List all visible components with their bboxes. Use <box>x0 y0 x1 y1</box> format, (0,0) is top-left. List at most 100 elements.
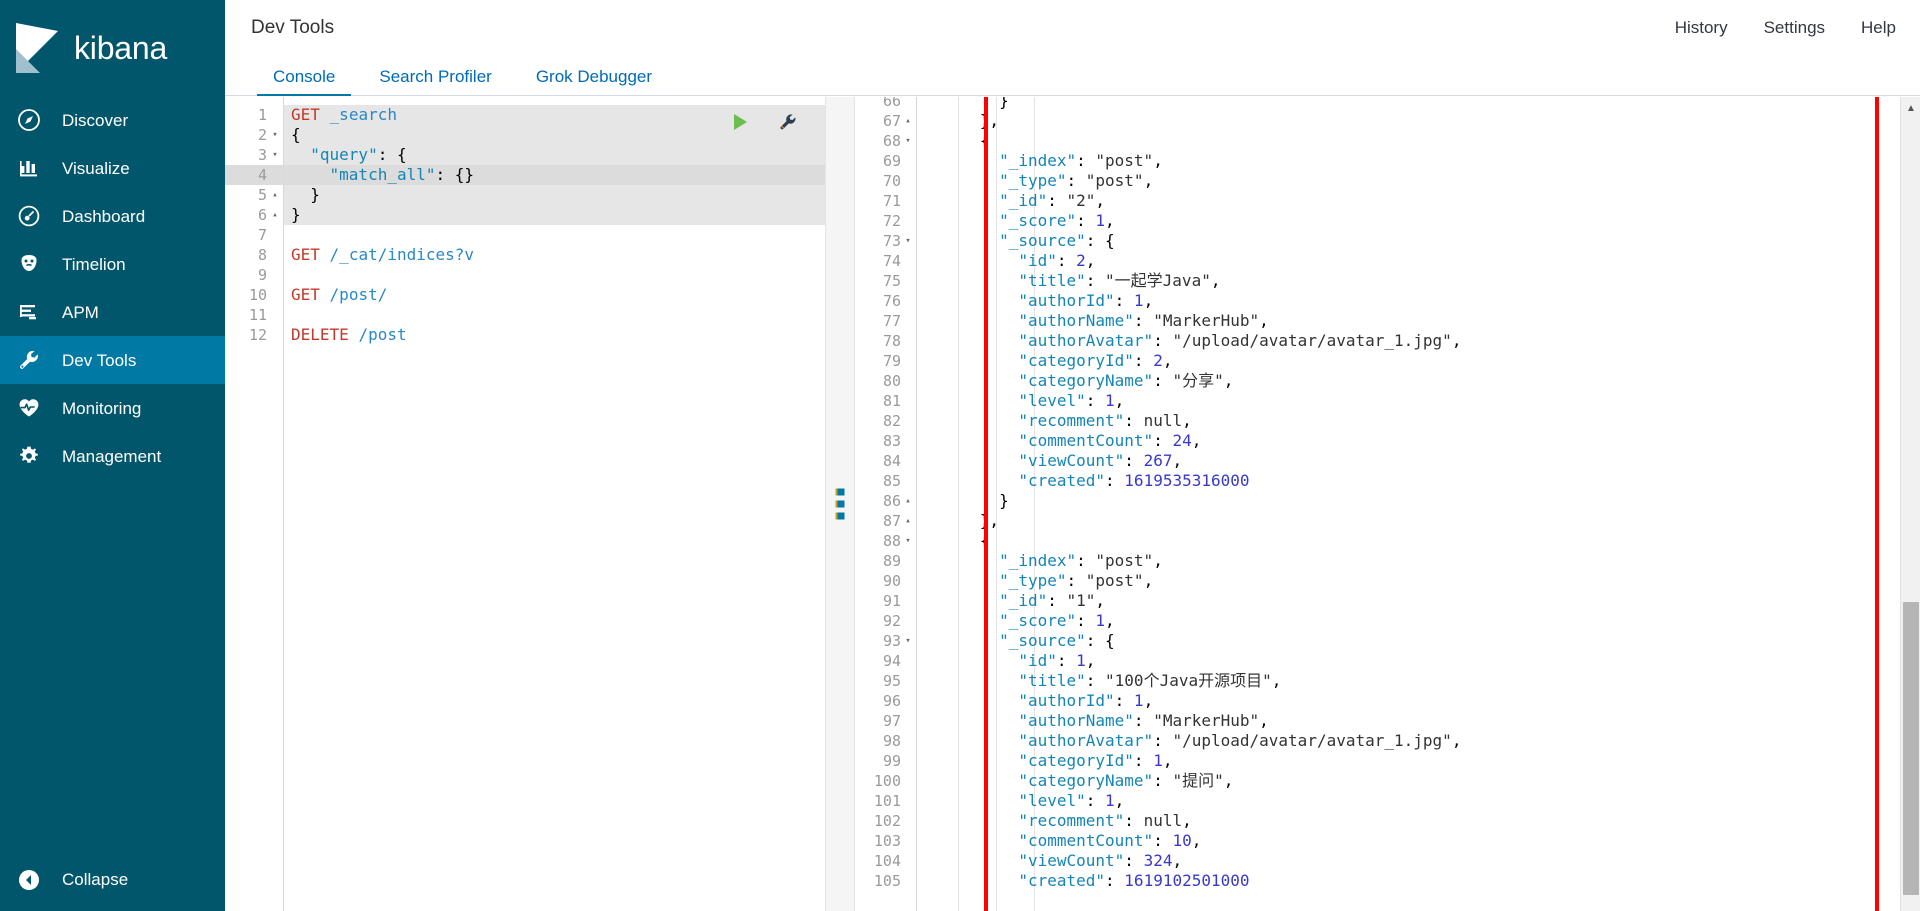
tab-console[interactable]: Console <box>251 68 357 96</box>
response-code-line[interactable]: "categoryId": 1, <box>918 751 1172 771</box>
response-code-line[interactable]: "_score": 1, <box>918 211 1115 231</box>
scroll-up-arrow-icon[interactable]: ▲ <box>1901 97 1920 119</box>
response-code-line[interactable]: "authorAvatar": "/upload/avatar/avatar_1… <box>918 731 1461 751</box>
response-line-number: 67 ▴ <box>855 111 917 131</box>
response-code-line[interactable]: }, <box>918 511 999 531</box>
scrollbar-thumb[interactable] <box>1903 601 1919 895</box>
response-code-line[interactable]: "authorId": 1, <box>918 691 1153 711</box>
sidebar-item-dashboard[interactable]: Dashboard <box>0 192 225 240</box>
fold-toggle-icon[interactable]: ▾ <box>903 531 913 551</box>
editor-code-area[interactable]: GET _search{ "query": { "match_all": {} … <box>285 97 825 911</box>
sidebar-item-apm[interactable]: APM <box>0 288 225 336</box>
editor-code-line[interactable] <box>285 305 291 325</box>
response-code-line[interactable]: "recomment": null, <box>918 411 1191 431</box>
sidebar-item-visualize[interactable]: Visualize <box>0 144 225 192</box>
sidebar-item-timelion[interactable]: Timelion <box>0 240 225 288</box>
response-code-line[interactable]: "categoryName": "分享", <box>918 371 1233 391</box>
response-code-line[interactable]: }, <box>918 111 999 131</box>
response-code-line[interactable]: "_source": { <box>918 231 1115 251</box>
editor-code-line[interactable]: GET _search <box>285 105 397 125</box>
fold-toggle-icon[interactable]: ▴ <box>903 511 913 531</box>
editor-line-number: 10 <box>248 286 267 304</box>
response-code-line[interactable]: "_type": "post", <box>918 171 1153 191</box>
response-scrollbar[interactable]: ▲ <box>1900 97 1920 911</box>
response-pane[interactable]: 66 67 ▴ 68 ▾ 69 70 71 72 73 ▾ 74 75 76 77 78 79 80 81 82 83 8… <box>855 97 1920 911</box>
editor-code-line[interactable]: { <box>285 125 301 145</box>
response-code-line[interactable]: "created": 1619535316000 <box>918 471 1249 491</box>
tab-search-profiler[interactable]: Search Profiler <box>357 68 513 95</box>
response-code-line[interactable]: { <box>918 131 990 151</box>
response-code-line[interactable]: "title": "100个Java开源项目", <box>918 671 1281 691</box>
discover-icon <box>14 105 44 135</box>
editor-code-line[interactable]: } <box>285 185 320 205</box>
sidebar-item-discover[interactable]: Discover <box>0 96 225 144</box>
sidebar-item-monitoring[interactable]: Monitoring <box>0 384 225 432</box>
response-code-line[interactable]: "level": 1, <box>918 791 1124 811</box>
response-code-line[interactable]: "created": 1619102501000 <box>918 871 1249 891</box>
response-line-number: 89 <box>882 552 901 570</box>
visualize-icon <box>14 153 44 183</box>
fold-toggle-icon[interactable]: ▾ <box>903 631 913 651</box>
settings-link[interactable]: Settings <box>1764 18 1825 38</box>
response-code-line[interactable]: "commentCount": 10, <box>918 831 1201 851</box>
fold-toggle-icon[interactable]: ▴ <box>903 111 913 131</box>
response-line-number: 93 ▾ <box>855 631 917 651</box>
response-code-line[interactable]: "viewCount": 324, <box>918 851 1182 871</box>
help-link[interactable]: Help <box>1861 18 1896 38</box>
fold-toggle-icon[interactable]: ▾ <box>903 231 913 251</box>
collapse-nav-button[interactable]: Collapse <box>0 849 225 911</box>
response-code-line[interactable]: "_id": "2", <box>918 191 1105 211</box>
response-code-line[interactable]: "_index": "post", <box>918 551 1163 571</box>
panel-resize-handle[interactable] <box>825 97 855 911</box>
response-code-line[interactable]: "authorAvatar": "/upload/avatar/avatar_1… <box>918 331 1461 351</box>
response-code-line[interactable]: "recomment": null, <box>918 811 1191 831</box>
response-code-line[interactable]: "viewCount": 267, <box>918 451 1182 471</box>
fold-toggle-icon[interactable]: ▾ <box>270 145 280 165</box>
response-code-line[interactable]: } <box>918 97 1009 111</box>
response-code-line[interactable]: "authorName": "MarkerHub", <box>918 311 1268 331</box>
sidebar-item-dev-tools[interactable]: Dev Tools <box>0 336 225 384</box>
wrench-icon[interactable] <box>777 111 799 133</box>
response-code-line[interactable]: "categoryName": "提问", <box>918 771 1233 791</box>
response-code-line[interactable]: "title": "一起学Java", <box>918 271 1220 291</box>
kibana-logo-icon <box>14 23 60 73</box>
response-code-line[interactable]: "level": 1, <box>918 391 1124 411</box>
response-code-line[interactable]: "commentCount": 24, <box>918 431 1201 451</box>
editor-code-line[interactable]: "query": { <box>285 145 406 165</box>
brand-header[interactable]: kibana <box>0 0 225 96</box>
editor-line-number: 11 <box>248 306 267 324</box>
sidebar-item-management[interactable]: Management <box>0 432 225 480</box>
response-code-line[interactable]: "_type": "post", <box>918 571 1153 591</box>
response-code-line[interactable]: "categoryId": 2, <box>918 351 1172 371</box>
response-code-line[interactable]: "id": 2, <box>918 251 1095 271</box>
editor-code-line[interactable]: DELETE /post <box>285 325 407 345</box>
fold-toggle-icon[interactable]: ▴ <box>270 185 280 205</box>
editor-code-line[interactable] <box>285 225 291 245</box>
fold-toggle-icon[interactable]: ▾ <box>270 125 280 145</box>
request-editor-pane[interactable]: 1 2 ▾ 3 ▾ 4 5 ▴ 6 ▴ 7 8 9 10 11 12 GET _search{ "query"… <box>225 97 825 911</box>
response-code-line[interactable]: "_index": "post", <box>918 151 1163 171</box>
drag-grip-icon <box>835 488 845 520</box>
editor-code-line[interactable]: } <box>285 205 301 225</box>
response-code-line[interactable]: } <box>918 491 1009 511</box>
history-link[interactable]: History <box>1675 18 1728 38</box>
play-icon[interactable] <box>729 111 751 133</box>
response-code-line[interactable]: "authorName": "MarkerHub", <box>918 711 1268 731</box>
response-code-line[interactable]: "_score": 1, <box>918 611 1115 631</box>
editor-code-line[interactable] <box>285 265 291 285</box>
editor-code-line[interactable]: GET /post/ <box>285 285 387 305</box>
editor-code-line[interactable]: "match_all": {} <box>285 165 475 185</box>
editor-code-line[interactable]: GET /_cat/indices?v <box>285 245 474 265</box>
response-line-number: 97 <box>882 712 901 730</box>
response-code-line[interactable]: "_source": { <box>918 631 1115 651</box>
fold-toggle-icon[interactable]: ▴ <box>903 491 913 511</box>
fold-toggle-icon[interactable]: ▴ <box>270 205 280 225</box>
response-code-line[interactable]: { <box>918 531 990 551</box>
response-code-line[interactable]: "_id": "1", <box>918 591 1105 611</box>
fold-toggle-icon[interactable]: ▾ <box>903 131 913 151</box>
response-code-line[interactable]: "authorId": 1, <box>918 291 1153 311</box>
tab-grok-debugger[interactable]: Grok Debugger <box>514 68 674 95</box>
response-code-line[interactable]: "id": 1, <box>918 651 1095 671</box>
response-line-number: 79 <box>882 352 901 370</box>
response-code-area[interactable]: } }, { "_index": "post", "_type": "post"… <box>918 97 1898 911</box>
